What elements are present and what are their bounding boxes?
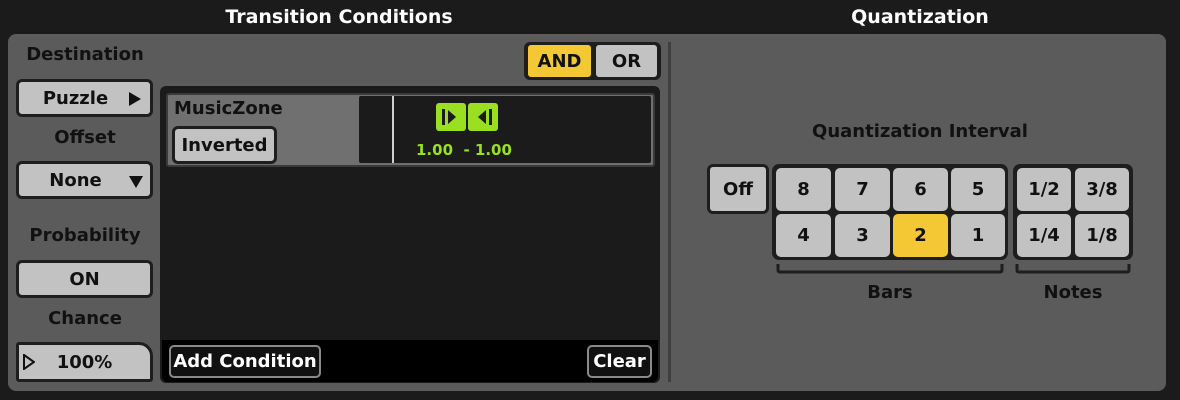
section-divider [668,42,671,382]
transition-conditions-title: Transition Conditions [225,6,453,28]
quant-bar-4[interactable]: 4 [775,213,832,258]
quant-note-1-4[interactable]: 1/4 [1016,213,1072,258]
probability-toggle[interactable]: ON [16,260,153,298]
bracket-left-icon [478,109,492,125]
quantization-interval-label: Quantization Interval [812,121,1028,142]
triangle-right-icon [129,92,141,106]
quant-bar-7-label: 7 [856,179,869,200]
chance-slider[interactable]: 100% [16,342,153,382]
quant-note-1-8[interactable]: 1/8 [1074,213,1130,258]
quant-bar-6-label: 6 [914,179,927,200]
quant-note-3-8-label: 3/8 [1086,179,1118,200]
offset-label: Offset [54,127,116,148]
range-end-handle[interactable] [468,103,498,131]
add-condition-button[interactable]: Add Condition [169,345,321,378]
bars-label: Bars [867,282,913,303]
probability-label: Probability [29,225,141,246]
add-condition-label: Add Condition [173,351,317,372]
transition-editor: Transition Conditions Quantization Desti… [0,0,1180,400]
triangle-down-icon [129,176,143,188]
quant-note-1-8-label: 1/8 [1086,225,1118,246]
quant-bar-8-label: 8 [797,179,810,200]
or-button[interactable]: OR [595,44,658,78]
quant-bar-3-label: 3 [856,225,869,246]
quant-bar-1[interactable]: 1 [950,213,1006,258]
quant-bar-6[interactable]: 6 [892,167,949,212]
quant-note-1-4-label: 1/4 [1028,225,1060,246]
probability-value: ON [69,268,100,290]
chance-label: Chance [48,308,122,329]
notes-label: Notes [1043,282,1103,303]
bars-bracket [776,264,1004,274]
quant-bar-5-label: 5 [971,179,985,200]
quant-bar-7[interactable]: 7 [834,167,891,212]
or-label: OR [611,50,642,72]
quant-note-3-8[interactable]: 3/8 [1074,167,1130,212]
range-text: 1.00 - 1.00 [416,141,512,159]
quant-bar-1-label: 1 [971,225,985,246]
inverted-label: Inverted [181,134,268,156]
range-start-handle[interactable] [436,103,466,131]
quant-bar-2[interactable]: 2 [892,213,949,258]
quant-off-label: Off [723,178,753,200]
quant-bar-4-label: 4 [797,225,810,246]
offset-value: None [49,169,102,191]
quant-note-1-2-label: 1/2 [1028,179,1060,200]
and-label: AND [537,50,582,72]
quant-off-button[interactable]: Off [707,164,769,214]
inverted-button[interactable]: Inverted [172,126,277,164]
quant-bar-3[interactable]: 3 [834,213,891,258]
quant-bar-2-label: 2 [914,225,927,246]
destination-label: Destination [26,44,144,65]
quantization-title: Quantization [851,6,989,28]
range-handles[interactable] [436,103,498,131]
triangle-right-outline-icon [23,354,35,370]
offset-dropdown[interactable]: None [16,161,153,199]
chance-value: 100% [56,351,113,373]
quant-bar-8[interactable]: 8 [775,167,832,212]
quant-note-1-2[interactable]: 1/2 [1016,167,1072,212]
clear-button[interactable]: Clear [587,345,652,378]
condition-name: MusicZone [174,98,283,119]
range-axis-line [392,96,394,163]
and-button[interactable]: AND [527,44,592,78]
clear-label: Clear [593,351,646,372]
destination-value: Puzzle [42,87,109,109]
destination-dropdown[interactable]: Puzzle [16,79,153,117]
bracket-right-icon [442,109,456,125]
quant-bar-5[interactable]: 5 [950,167,1006,212]
notes-bracket [1015,264,1131,274]
